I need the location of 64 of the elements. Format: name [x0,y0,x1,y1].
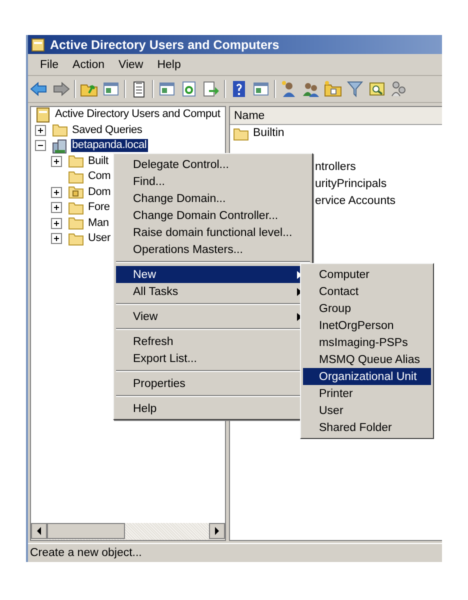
find-icon[interactable] [368,80,386,98]
folder-icon [68,169,84,184]
folder-icon [68,216,84,231]
user-icon[interactable] [280,80,298,98]
expander-icon[interactable] [35,124,46,136]
tree-item[interactable]: Saved Queries [71,124,144,137]
menu-item[interactable]: Change Domain Controller... [116,207,310,224]
forward-arrow-icon[interactable] [52,80,70,98]
tree-item[interactable]: Built [87,154,110,168]
menu-item[interactable]: File [33,58,66,70]
menu-item[interactable]: User [303,402,431,419]
menu-item[interactable]: msImaging-PSPs [303,334,431,351]
tree-item[interactable]: Fore [87,201,111,214]
scrollbar-thumb[interactable] [47,523,125,539]
back-arrow-icon[interactable] [30,80,48,98]
filter-icon[interactable] [346,80,364,98]
list-item[interactable]: ntrollers [314,161,357,174]
list-item[interactable]: Builtin [252,127,286,140]
folder-icon [68,231,84,246]
menu-item[interactable]: MSMQ Queue Alias [303,351,431,368]
menu-item[interactable]: InetOrgPerson [303,317,431,334]
menu-item[interactable]: Change Domain... [116,190,310,207]
console-tree-icon[interactable] [102,80,120,98]
status-text: Create a new object... [30,547,142,559]
menu-item[interactable]: Printer [303,385,431,402]
help-icon[interactable] [230,80,248,98]
expander-icon[interactable] [35,140,46,152]
app-icon [31,38,45,52]
tree-item[interactable]: Active Directory Users and Comput [54,108,222,122]
group-icon[interactable] [390,80,408,98]
menu-item[interactable]: Organizational Unit [303,368,431,385]
tree-item[interactable]: Com [87,170,112,184]
expander-icon[interactable] [51,202,62,214]
export-icon[interactable] [202,80,220,98]
menu-item[interactable]: Action [66,58,112,70]
menu-item[interactable]: Group [303,300,431,317]
list-item[interactable]: ervice Accounts [314,195,397,208]
expander-icon[interactable] [51,156,62,167]
menu-item[interactable]: Help [150,58,188,70]
tree-item[interactable]: Dom [87,186,112,199]
folder-icon [68,184,84,200]
menu-item[interactable]: View [112,58,150,70]
menu-item[interactable]: Contact [303,283,431,300]
tree-item[interactable]: Man [87,216,110,230]
expander-icon[interactable] [51,186,62,198]
menu-item[interactable]: Delegate Control... [116,156,310,173]
menu-item[interactable]: Operations Masters... [116,241,310,258]
folder-icon [68,200,84,216]
domain-icon [52,138,68,154]
window-title: Active Directory Users and Computers [50,38,280,52]
panel-icon[interactable] [252,80,270,98]
expander-icon[interactable] [51,233,62,244]
tree-item[interactable]: betapanda.local [71,139,148,152]
list-item[interactable]: urityPrincipals [314,178,388,191]
tree-item[interactable]: User [87,232,112,246]
menu-item[interactable]: Raise domain functional level... [116,224,310,241]
menu-item[interactable]: Find... [116,173,310,190]
expander-icon[interactable] [51,218,62,229]
scroll-left-button[interactable] [31,523,47,539]
folder-icon [52,122,68,138]
menu-item[interactable]: Shared Folder [303,419,431,436]
new-folder-icon[interactable] [324,80,342,98]
users-icon[interactable] [302,80,320,98]
scroll-right-button[interactable] [209,523,225,539]
